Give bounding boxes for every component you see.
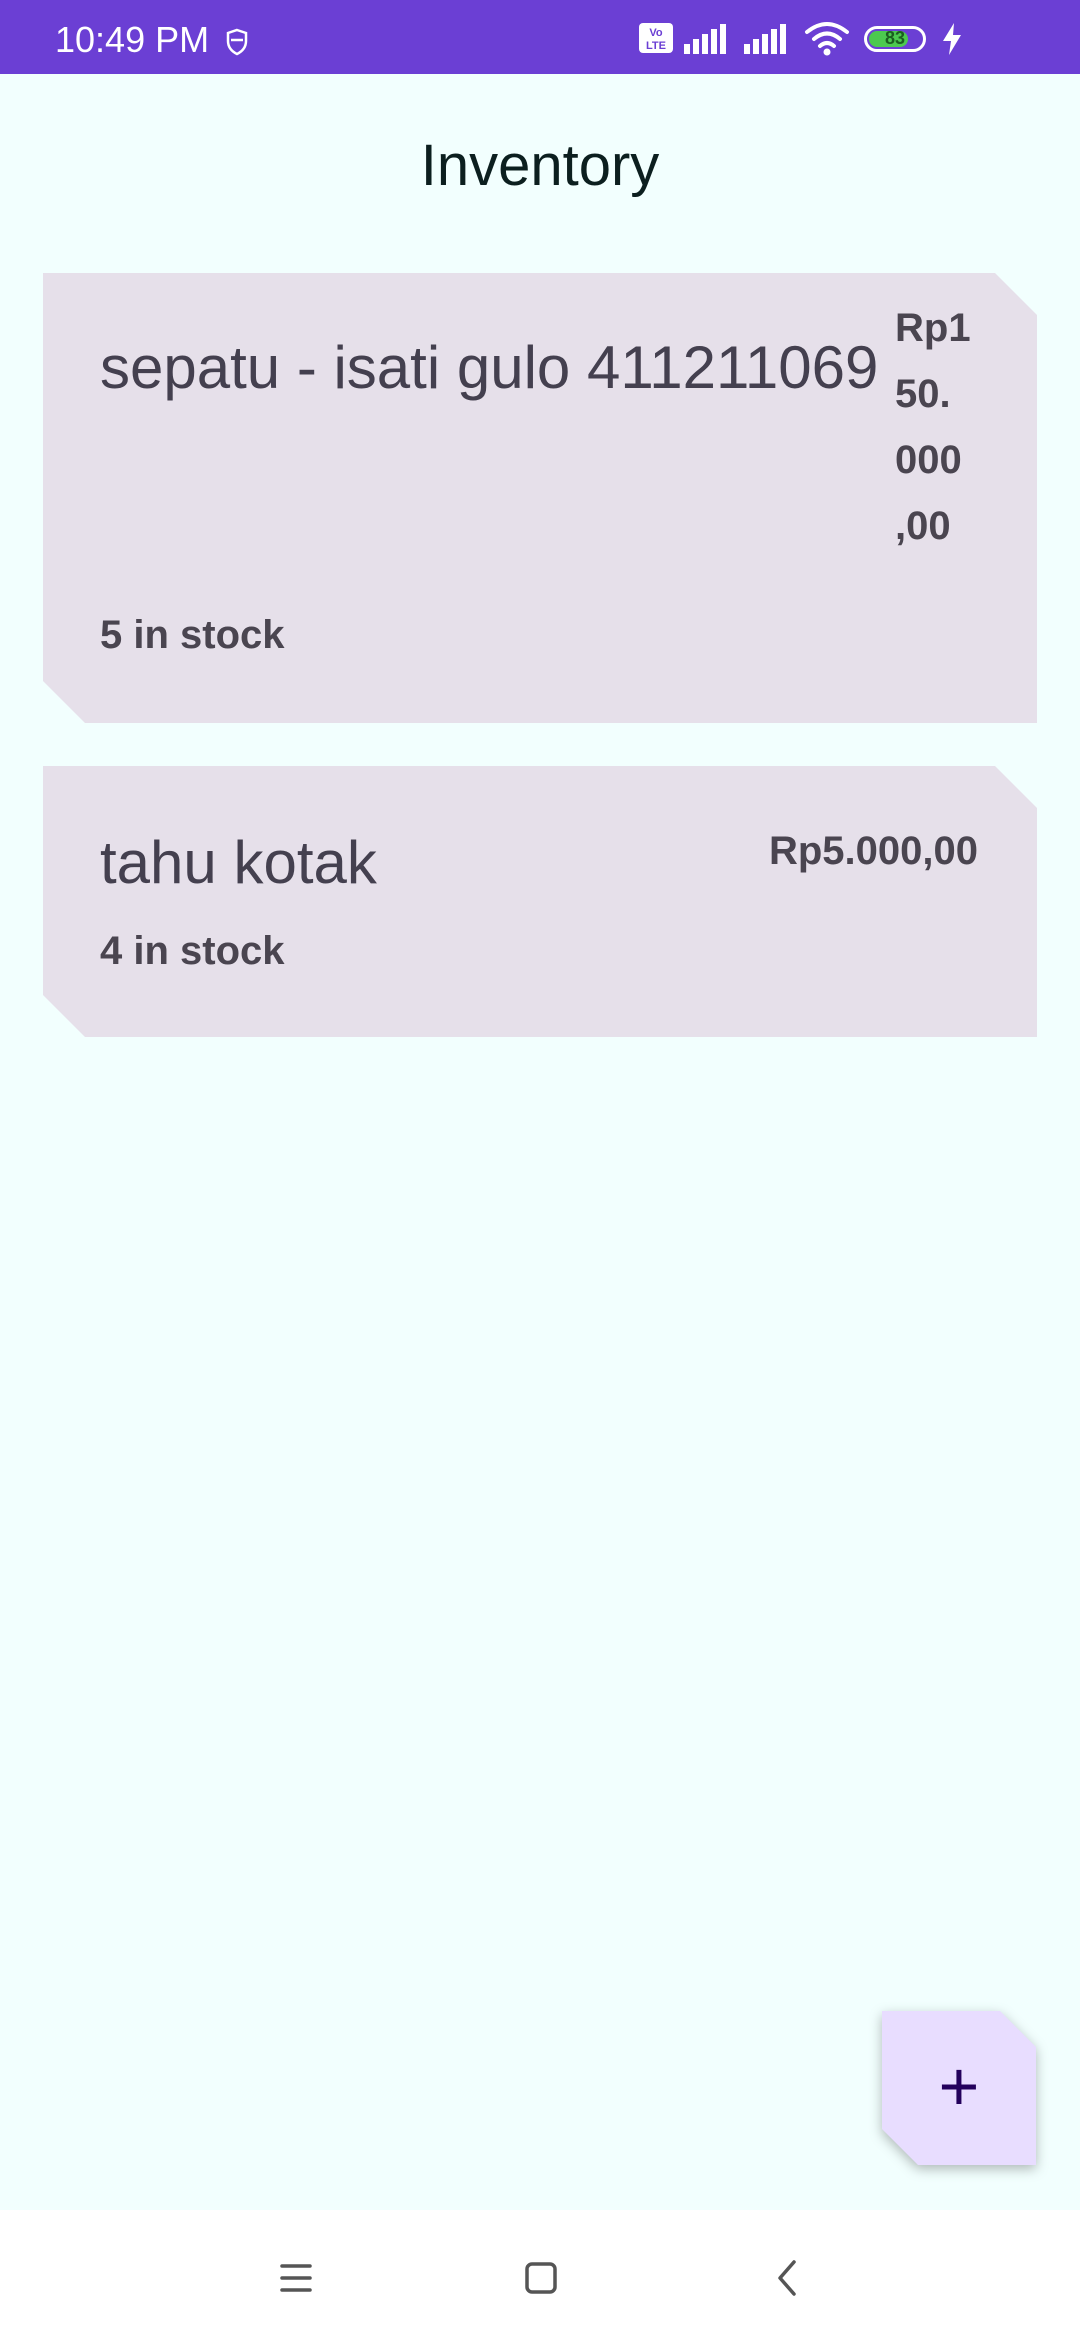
signal-icon xyxy=(744,24,786,54)
plus-icon: + xyxy=(938,2047,980,2125)
item-price: Rp1 50. 000 ,00 xyxy=(895,295,971,559)
item-stock: 4 in stock xyxy=(100,929,285,973)
item-price-line: ,00 xyxy=(895,504,951,548)
home-icon[interactable] xyxy=(511,2248,571,2308)
volte-icon: Vo LTE xyxy=(639,23,673,53)
battery-level: 83 xyxy=(884,28,906,48)
status-icons: Vo LTE 83 xyxy=(638,14,1028,62)
back-icon[interactable] xyxy=(758,2248,818,2308)
item-name: tahu kotak xyxy=(100,829,377,896)
item-name: sepatu - isati gulo 411211069 xyxy=(100,334,879,401)
item-stock: 5 in stock xyxy=(100,613,285,657)
signal-icon xyxy=(684,24,726,54)
page-title: Inventory xyxy=(420,133,660,198)
item-price-line: 50. xyxy=(895,372,951,416)
svg-text:Vo: Vo xyxy=(649,27,663,39)
item-price-line: Rp1 xyxy=(895,306,971,350)
fab-surface: + xyxy=(882,2011,1036,2165)
battery-icon: 83 xyxy=(864,14,934,62)
status-bar: 10:49 PM Vo LTE 83 xyxy=(0,0,1080,74)
charging-icon xyxy=(943,23,961,55)
shield-icon xyxy=(226,28,248,56)
navigation-bar xyxy=(0,2210,1080,2340)
inventory-item-card[interactable]: tahu kotak Rp5.000,00 4 in stock xyxy=(43,766,1037,1037)
status-time: 10:49 PM xyxy=(55,19,210,60)
item-price-line: 000 xyxy=(895,438,962,482)
svg-text:LTE: LTE xyxy=(646,40,666,52)
add-item-button[interactable]: + xyxy=(882,2011,1036,2165)
wifi-icon xyxy=(805,22,849,56)
inventory-item-card[interactable]: sepatu - isati gulo 411211069 Rp1 50. 00… xyxy=(43,273,1037,723)
menu-icon[interactable] xyxy=(266,2248,326,2308)
item-price: Rp5.000,00 xyxy=(768,829,978,873)
